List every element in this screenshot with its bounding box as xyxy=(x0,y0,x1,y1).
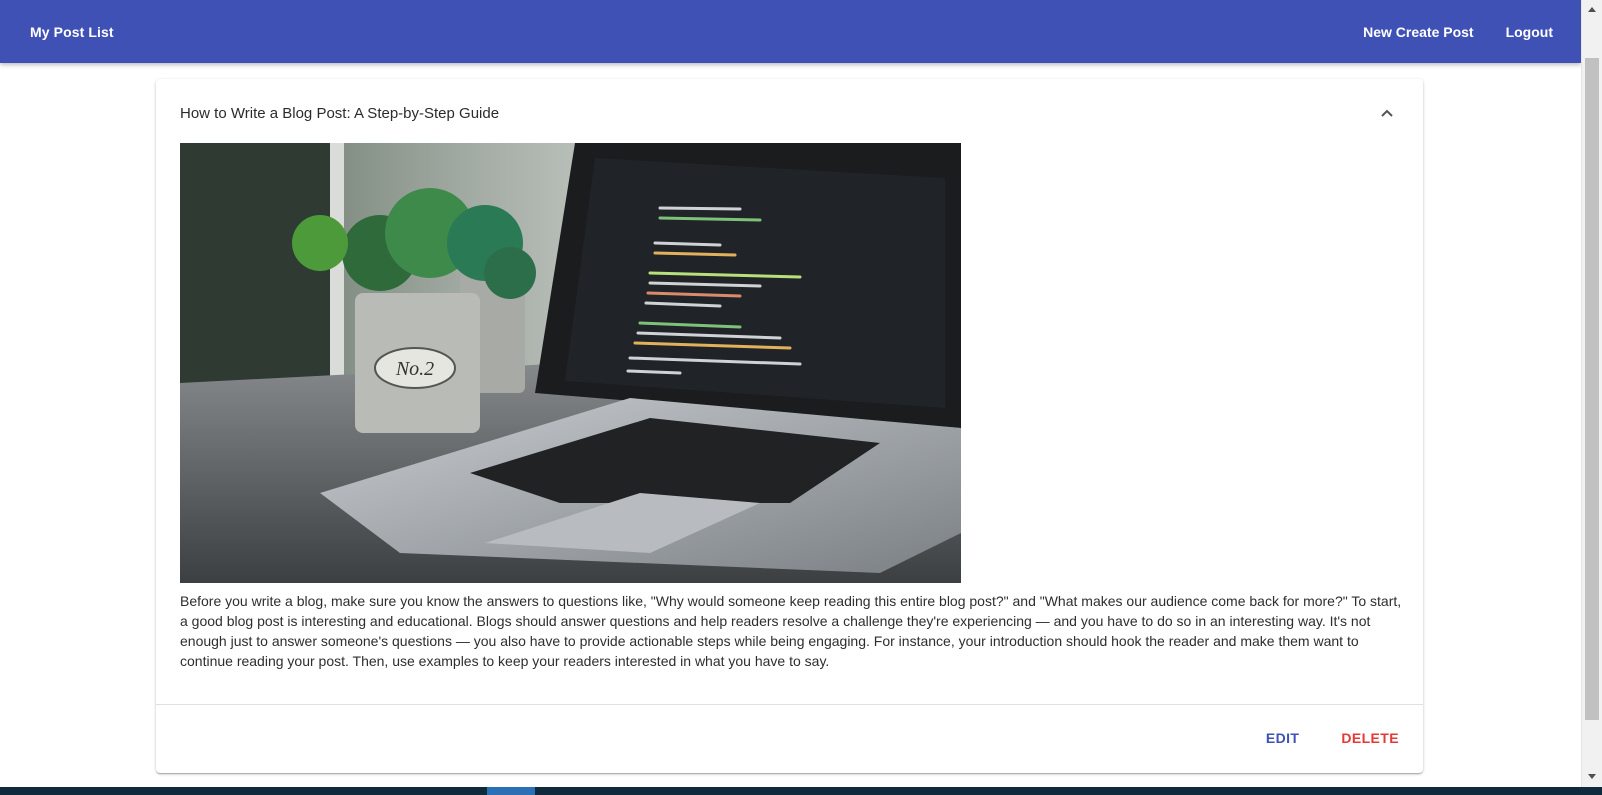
post-card: How to Write a Blog Post: A Step-by-Step… xyxy=(156,79,1423,773)
os-taskbar xyxy=(0,787,1602,795)
scroll-up-icon[interactable] xyxy=(1588,7,1596,12)
chevron-up-icon[interactable] xyxy=(1375,101,1399,125)
card-divider xyxy=(156,704,1423,705)
card-actions: EDIT DELETE xyxy=(1266,730,1399,746)
delete-button[interactable]: DELETE xyxy=(1341,730,1399,746)
scrollbar-thumb[interactable] xyxy=(1585,58,1599,720)
brand-title[interactable]: My Post List xyxy=(30,24,114,40)
logout-link[interactable]: Logout xyxy=(1506,24,1553,40)
taskbar-active-app[interactable] xyxy=(487,787,535,795)
top-nav: New Create Post Logout xyxy=(1363,24,1553,40)
post-image: No.2 xyxy=(180,143,961,583)
new-post-link[interactable]: New Create Post xyxy=(1363,24,1473,40)
edit-button[interactable]: EDIT xyxy=(1266,730,1300,746)
vertical-scrollbar[interactable] xyxy=(1581,0,1602,787)
app-bar: My Post List New Create Post Logout xyxy=(0,0,1581,63)
post-body: Before you write a blog, make sure you k… xyxy=(180,593,1402,669)
pot-label-text: No.2 xyxy=(395,358,434,380)
scroll-down-icon[interactable] xyxy=(1588,774,1596,779)
post-title: How to Write a Blog Post: A Step-by-Step… xyxy=(180,104,500,122)
post-card-header[interactable]: How to Write a Blog Post: A Step-by-Step… xyxy=(180,101,1399,125)
